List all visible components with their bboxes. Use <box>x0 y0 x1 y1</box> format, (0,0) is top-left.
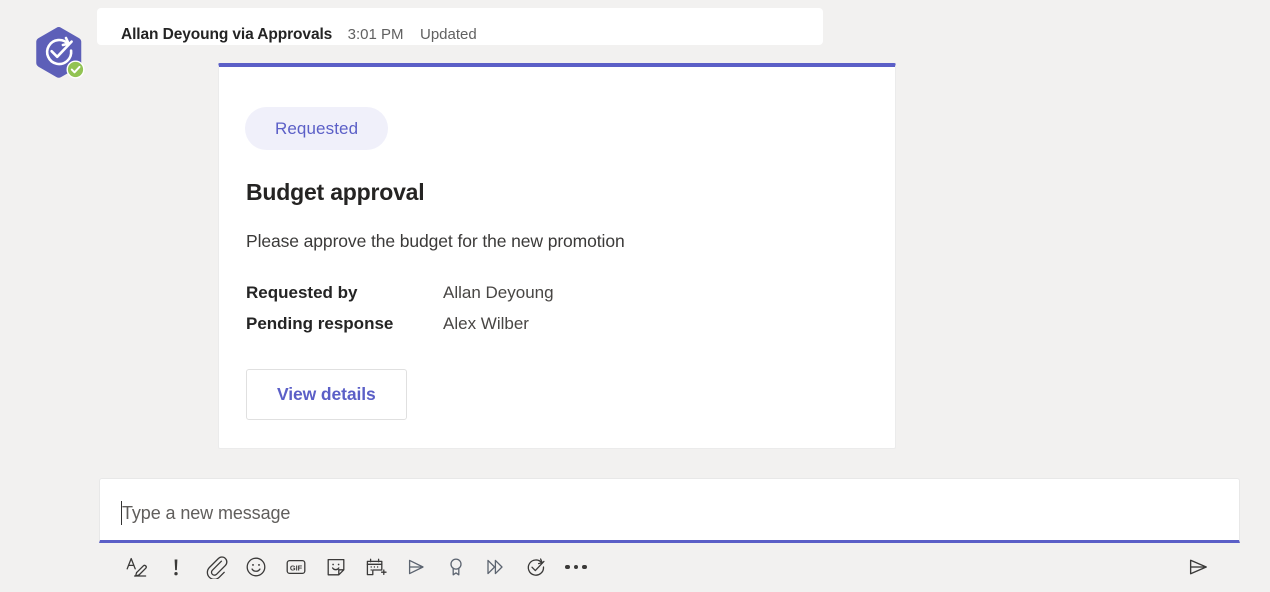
sticker-icon[interactable] <box>316 548 356 586</box>
approval-card: Requested Budget approval Please approve… <box>218 63 896 449</box>
power-automate-icon[interactable] <box>476 548 516 586</box>
message-author: Allan Deyoung via Approvals <box>121 26 333 43</box>
format-icon[interactable] <box>116 548 156 586</box>
svg-text:GIF: GIF <box>290 563 303 572</box>
schedule-meeting-icon[interactable] <box>356 548 396 586</box>
emoji-icon[interactable] <box>236 548 276 586</box>
message-header: Allan Deyoung via Approvals 3:01 PM Upda… <box>97 8 823 45</box>
more-dots <box>565 564 587 570</box>
message-row: Allan Deyoung via Approvals 3:01 PM Upda… <box>0 0 1270 460</box>
avatar[interactable] <box>32 24 86 82</box>
card-fact-table: Requested by Allan Deyoung Pending respo… <box>246 279 554 341</box>
compose-area: Type a new message GIF <box>99 478 1240 579</box>
stream-icon[interactable] <box>396 548 436 586</box>
fact-label: Requested by <box>246 283 358 302</box>
approvals-app-avatar-icon <box>36 27 85 79</box>
message-bubble: Allan Deyoung via Approvals 3:01 PM Upda… <box>97 8 896 449</box>
important-icon[interactable] <box>156 548 196 586</box>
praise-icon[interactable] <box>436 548 476 586</box>
message-input[interactable]: Type a new message <box>99 478 1240 543</box>
message-status: Updated <box>419 26 477 43</box>
fact-value: Alex Wilber <box>443 314 529 333</box>
status-badge: Requested <box>245 107 389 150</box>
card-description: Please approve the budget for the new pr… <box>246 231 625 251</box>
fact-label: Pending response <box>246 314 394 333</box>
view-details-button[interactable]: View details <box>246 369 407 420</box>
more-options-icon[interactable] <box>556 548 596 586</box>
message-input-placeholder: Type a new message <box>122 503 291 523</box>
gif-icon[interactable]: GIF <box>276 548 316 586</box>
fact-value: Allan Deyoung <box>443 283 554 302</box>
message-timestamp: 3:01 PM <box>347 26 404 43</box>
approvals-icon[interactable] <box>516 548 556 586</box>
table-row: Requested by Allan Deyoung <box>246 279 554 310</box>
table-row: Pending response Alex Wilber <box>246 310 554 341</box>
card-title: Budget approval <box>246 179 425 205</box>
attach-icon[interactable] <box>196 548 236 586</box>
compose-toolbar: GIF <box>99 544 1240 590</box>
send-icon[interactable] <box>1178 548 1218 586</box>
